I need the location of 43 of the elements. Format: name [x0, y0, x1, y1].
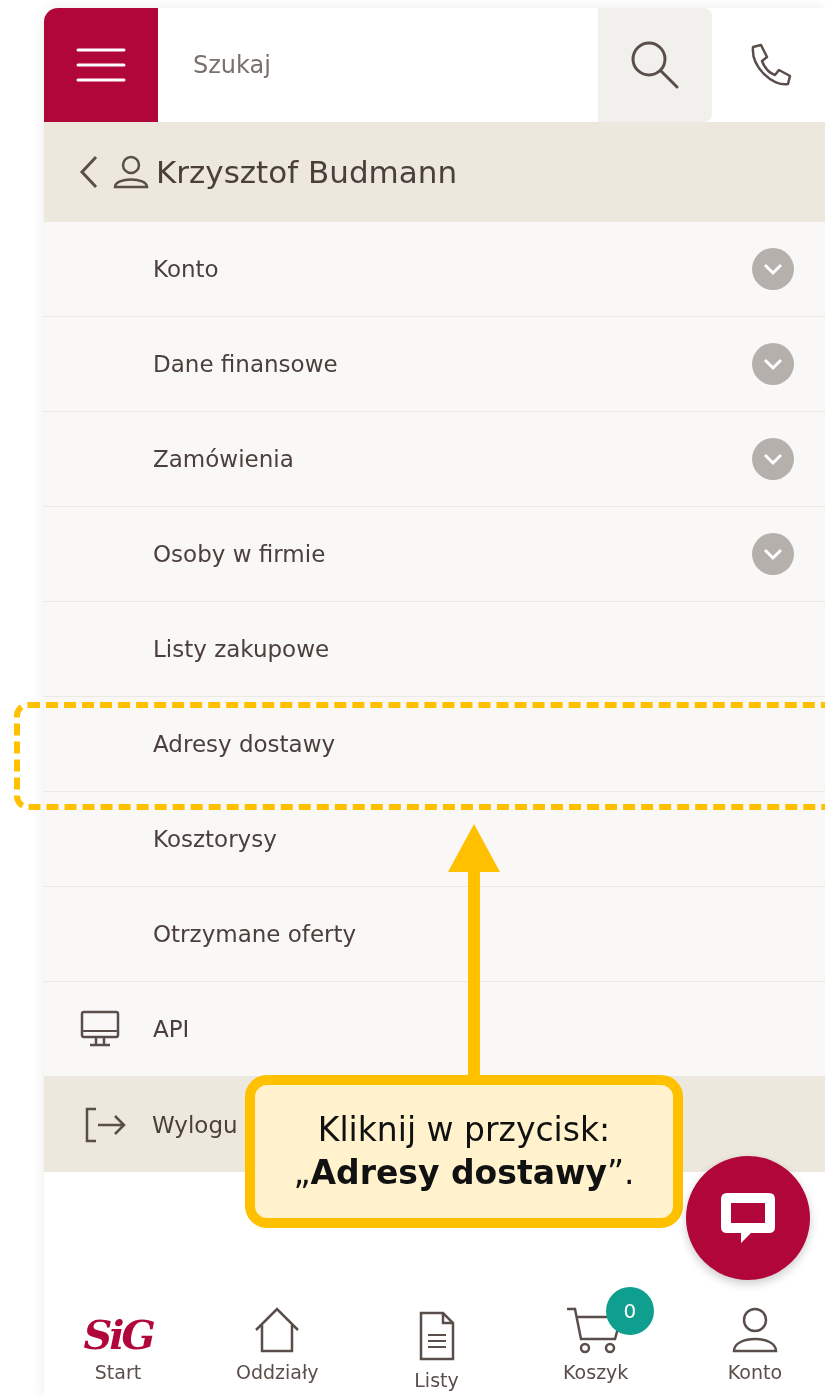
nav-item[interactable]: SiG Start [58, 1285, 178, 1397]
menu-item[interactable]: Dane finansowe [44, 317, 825, 412]
menu-item[interactable]: Otrzymane oferty [44, 887, 825, 982]
menu-item[interactable]: Konto [44, 222, 825, 317]
nav-label: Konto [727, 1361, 783, 1383]
user-name: Krzysztof Budmann [156, 154, 458, 190]
search-icon [629, 39, 681, 91]
instruction-tooltip: Kliknij w przycisk: „Adresy dostawy”. [245, 1075, 683, 1228]
back-icon [78, 154, 100, 190]
menu-label: Adresy dostawy [153, 731, 337, 757]
nav-label: Start [94, 1361, 142, 1383]
menu-item[interactable]: Adresy dostawy [44, 697, 825, 792]
user-icon [112, 153, 150, 191]
search-button[interactable] [598, 8, 712, 122]
menu-item[interactable]: Zamówienia [44, 412, 825, 507]
menu-label: Otrzymane oferty [153, 921, 358, 947]
nav-item[interactable]: Listy [376, 1285, 497, 1397]
menu-label: Zamówienia [153, 446, 295, 472]
phone-button[interactable] [712, 8, 825, 122]
nav-item[interactable]: Oddziały [217, 1285, 338, 1397]
menu-label: Kosztorysy [153, 826, 278, 852]
user-icon [730, 1305, 780, 1355]
monitor-icon [80, 1009, 120, 1049]
menu-item[interactable]: Osoby w firmie [44, 507, 825, 602]
cart-count-badge: 0 [605, 1287, 654, 1335]
nav-item[interactable]: Konto [695, 1285, 815, 1397]
nav-label: Koszyk [563, 1361, 629, 1383]
menu-button[interactable] [44, 8, 158, 122]
menu-label: Osoby w firmie [153, 541, 327, 567]
menu-icon [76, 47, 126, 83]
logout-label: Wylogu [152, 1111, 238, 1138]
menu-item[interactable]: Listy zakupowe [44, 602, 825, 697]
profile-bar[interactable]: Krzysztof Budmann [44, 122, 825, 222]
nav-item[interactable]: 0 Koszyk [535, 1285, 656, 1397]
menu-item[interactable]: API [44, 982, 825, 1077]
logo: SiG [83, 1315, 153, 1355]
menu-label: Konto [153, 256, 220, 282]
nav-label: Oddziały [235, 1361, 319, 1383]
nav-label: Listy [414, 1369, 459, 1391]
menu-item[interactable]: Kosztorysy [44, 792, 825, 887]
menu-label: Listy zakupowe [153, 636, 331, 662]
menu-label: Dane finansowe [153, 351, 339, 377]
menu-label: API [153, 1016, 191, 1042]
